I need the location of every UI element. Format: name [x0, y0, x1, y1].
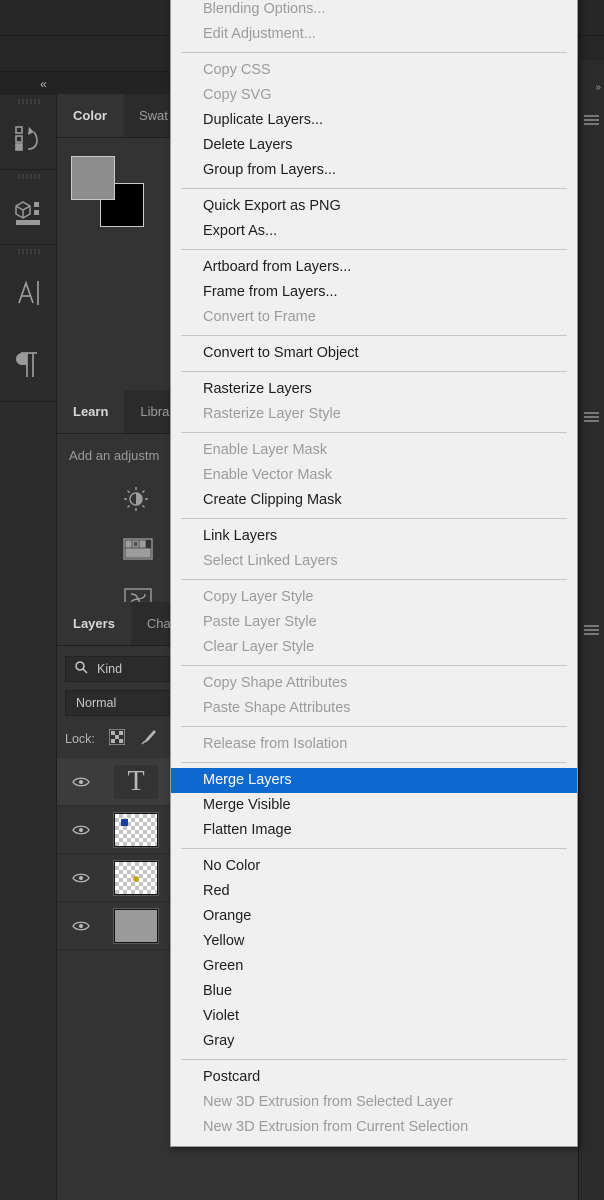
- text-layer-glyph: T: [114, 764, 158, 799]
- panel-menu-icon[interactable]: [584, 115, 599, 125]
- photoshop-window: « Color Swat Learn Libra Add an adjustm …: [0, 0, 604, 1200]
- rail-group-type: [0, 245, 57, 402]
- transparent-layer-thumb: [113, 859, 159, 896]
- menu-item: Clear Layer Style: [203, 639, 315, 655]
- solid-layer-thumb: [113, 907, 159, 944]
- menu-item[interactable]: Rasterize Layers: [171, 377, 577, 402]
- expand-panels-icon[interactable]: »: [595, 82, 600, 93]
- menu-item: Copy CSS: [203, 62, 271, 78]
- menu-item[interactable]: Flatten Image: [171, 818, 577, 843]
- menu-item: Edit Adjustment...: [203, 26, 316, 42]
- menu-item[interactable]: Duplicate Layers...: [171, 108, 577, 133]
- rail-group-3d: [0, 170, 57, 245]
- menu-item[interactable]: Quick Export as PNG: [171, 194, 577, 219]
- menu-item[interactable]: Violet: [171, 1004, 577, 1029]
- menu-separator: [181, 518, 567, 519]
- menu-item[interactable]: Blue: [171, 979, 577, 1004]
- menu-separator: [181, 726, 567, 727]
- menu-item[interactable]: Create Clipping Mask: [171, 488, 577, 513]
- menu-separator: [181, 579, 567, 580]
- menu-item[interactable]: Merge Layers: [171, 768, 577, 793]
- menu-item: Blending Options...: [203, 1, 326, 17]
- rail-drag-dots: [0, 245, 57, 257]
- menu-item: Paste Layer Style: [203, 614, 317, 630]
- menu-item[interactable]: Gray: [171, 1029, 577, 1054]
- menu-separator: [181, 371, 567, 372]
- menu-item[interactable]: Convert to Smart Object: [171, 341, 577, 366]
- menu-item[interactable]: Green: [171, 954, 577, 979]
- panel-menu-icon[interactable]: [584, 412, 599, 422]
- history-icon[interactable]: [0, 107, 57, 169]
- menu-separator: [181, 432, 567, 433]
- menu-separator: [181, 1059, 567, 1060]
- three-d-icon[interactable]: [0, 182, 57, 244]
- menu-separator: [181, 665, 567, 666]
- transparency-lock-icon[interactable]: [108, 727, 126, 750]
- menu-item[interactable]: Red: [171, 879, 577, 904]
- menu-item[interactable]: Artboard from Layers...: [171, 255, 577, 280]
- tab-learn[interactable]: Learn: [57, 390, 125, 433]
- menu-item: Enable Layer Mask: [203, 442, 328, 458]
- lock-label: Lock:: [65, 732, 95, 746]
- layer-visibility-icon[interactable]: [57, 872, 105, 884]
- menu-separator: [181, 762, 567, 763]
- menu-item: New 3D Extrusion from Selected Layer: [203, 1094, 453, 1110]
- menu-item: Select Linked Layers: [203, 553, 338, 569]
- menu-item: Copy Layer Style: [203, 589, 314, 605]
- layer-visibility-icon[interactable]: [57, 920, 105, 932]
- rail-drag-dots: [0, 95, 57, 107]
- transparent-layer-thumb: [113, 811, 159, 848]
- rail-drag-dots: [0, 170, 57, 182]
- layer-thumbnail[interactable]: [105, 859, 167, 896]
- menu-item: Convert to Frame: [203, 309, 316, 325]
- menu-separator: [181, 249, 567, 250]
- menu-item[interactable]: Export As...: [171, 219, 577, 244]
- tab-color[interactable]: Color: [57, 94, 123, 137]
- menu-item: New 3D Extrusion from Current Selection: [203, 1119, 469, 1135]
- panel-icon-rail: [0, 95, 57, 1200]
- paragraph-panel-icon[interactable]: [0, 329, 57, 401]
- search-icon: [74, 660, 88, 679]
- exposure-icon[interactable]: [123, 537, 153, 566]
- menu-item[interactable]: Group from Layers...: [171, 158, 577, 183]
- menu-item[interactable]: Yellow: [171, 929, 577, 954]
- layer-visibility-icon[interactable]: [57, 824, 105, 836]
- add-adjustment-label: Add an adjustm: [69, 448, 160, 463]
- menu-item: Paste Shape Attributes: [203, 700, 351, 716]
- foreground-color-swatch[interactable]: [71, 156, 115, 200]
- menu-item[interactable]: Postcard: [171, 1065, 577, 1090]
- brush-lock-icon[interactable]: [139, 728, 157, 751]
- menu-item[interactable]: No Color: [171, 854, 577, 879]
- collapse-panels-icon[interactable]: «: [30, 76, 56, 92]
- layer-thumbnail[interactable]: [105, 811, 167, 848]
- blend-mode-value: Normal: [76, 696, 117, 710]
- panel-menu-icon[interactable]: [584, 625, 599, 635]
- menu-separator: [181, 848, 567, 849]
- brightness-contrast-icon[interactable]: [123, 486, 149, 517]
- menu-item: Copy Shape Attributes: [203, 675, 348, 691]
- menu-separator: [181, 335, 567, 336]
- layer-visibility-icon[interactable]: [57, 776, 105, 788]
- layer-thumbnail[interactable]: T: [105, 764, 167, 799]
- character-panel-icon[interactable]: [0, 257, 57, 329]
- menu-item: Copy SVG: [203, 87, 272, 103]
- menu-item: Release from Isolation: [203, 736, 348, 752]
- layer-thumbnail[interactable]: [105, 907, 167, 944]
- menu-separator: [181, 52, 567, 53]
- rail-group-history: [0, 95, 57, 170]
- menu-item[interactable]: Merge Visible: [171, 793, 577, 818]
- menu-separator: [181, 188, 567, 189]
- layer-filter-value: Kind: [97, 662, 123, 676]
- layer-context-menu[interactable]: Blending Options... Edit Adjustment... Cop…: [170, 0, 578, 1147]
- right-panel-strip: »: [578, 60, 604, 1200]
- menu-item[interactable]: Frame from Layers...: [171, 280, 577, 305]
- tab-layers[interactable]: Layers: [57, 602, 131, 645]
- menu-item: Rasterize Layer Style: [203, 406, 341, 422]
- menu-item: Enable Vector Mask: [203, 467, 332, 483]
- menu-item[interactable]: Link Layers: [171, 524, 577, 549]
- menu-item[interactable]: Delete Layers: [171, 133, 577, 158]
- menu-item[interactable]: Orange: [171, 904, 577, 929]
